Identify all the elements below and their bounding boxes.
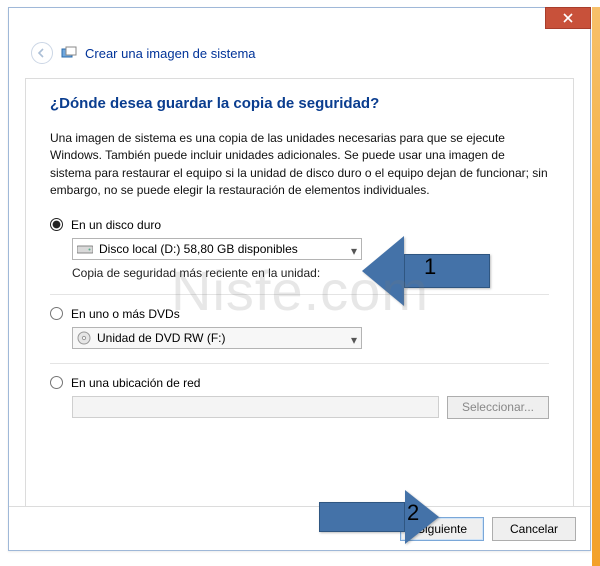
hdd-recent-label: Copia de seguridad más reciente en la un… — [72, 266, 320, 280]
option-dvd: En uno o más DVDs Unidad de DVD RW (F:) … — [50, 307, 549, 349]
radio-dvd[interactable]: En uno o más DVDs — [50, 307, 549, 321]
chevron-down-icon: ▾ — [351, 333, 357, 347]
content-panel: ¿Dónde desea guardar la copia de segurid… — [25, 78, 574, 514]
cancel-button[interactable]: Cancelar — [492, 517, 576, 541]
option-network: En una ubicación de red Seleccionar... — [50, 376, 549, 419]
titlebar — [9, 8, 590, 36]
radio-hdd-input[interactable] — [50, 218, 63, 231]
radio-dvd-label: En uno o más DVDs — [71, 307, 180, 321]
radio-hdd[interactable]: En un disco duro — [50, 218, 549, 232]
hdd-drive-value: Disco local (D:) 58,80 GB disponibles — [99, 242, 298, 256]
system-image-icon — [61, 45, 77, 61]
wizard-footer: Siguiente Cancelar — [9, 506, 590, 550]
wizard-header: Crear una imagen de sistema — [9, 36, 590, 68]
page-heading: ¿Dónde desea guardar la copia de segurid… — [50, 95, 549, 112]
radio-network-label: En una ubicación de red — [71, 376, 200, 390]
annotation-label-2: 2 — [407, 500, 419, 526]
dvd-drive-select[interactable]: Unidad de DVD RW (F:) ▾ — [72, 327, 362, 349]
browse-button[interactable]: Seleccionar... — [447, 396, 549, 419]
hdd-icon — [77, 243, 93, 255]
hdd-drive-select[interactable]: Disco local (D:) 58,80 GB disponibles ▾ — [72, 238, 362, 260]
back-arrow-icon — [36, 47, 48, 59]
annotation-arrow-2: 2 — [319, 490, 439, 544]
chevron-down-icon: ▾ — [351, 244, 357, 258]
back-button[interactable] — [31, 42, 53, 64]
window-title: Crear una imagen de sistema — [85, 46, 256, 61]
radio-hdd-label: En un disco duro — [71, 218, 161, 232]
radio-network-input[interactable] — [50, 376, 63, 389]
dialog-window: Crear una imagen de sistema ¿Dónde desea… — [8, 7, 591, 551]
radio-network[interactable]: En una ubicación de red — [50, 376, 549, 390]
radio-dvd-input[interactable] — [50, 307, 63, 320]
annotation-label-1: 1 — [424, 254, 436, 280]
close-icon — [563, 13, 573, 23]
divider — [50, 363, 549, 364]
decoration-strip — [592, 7, 600, 566]
dvd-icon — [77, 331, 91, 345]
annotation-arrow-1: 1 — [362, 236, 490, 306]
dvd-drive-value: Unidad de DVD RW (F:) — [97, 331, 225, 345]
network-path-field — [72, 396, 439, 418]
close-button[interactable] — [545, 7, 591, 29]
page-description: Una imagen de sistema es una copia de la… — [50, 130, 549, 200]
